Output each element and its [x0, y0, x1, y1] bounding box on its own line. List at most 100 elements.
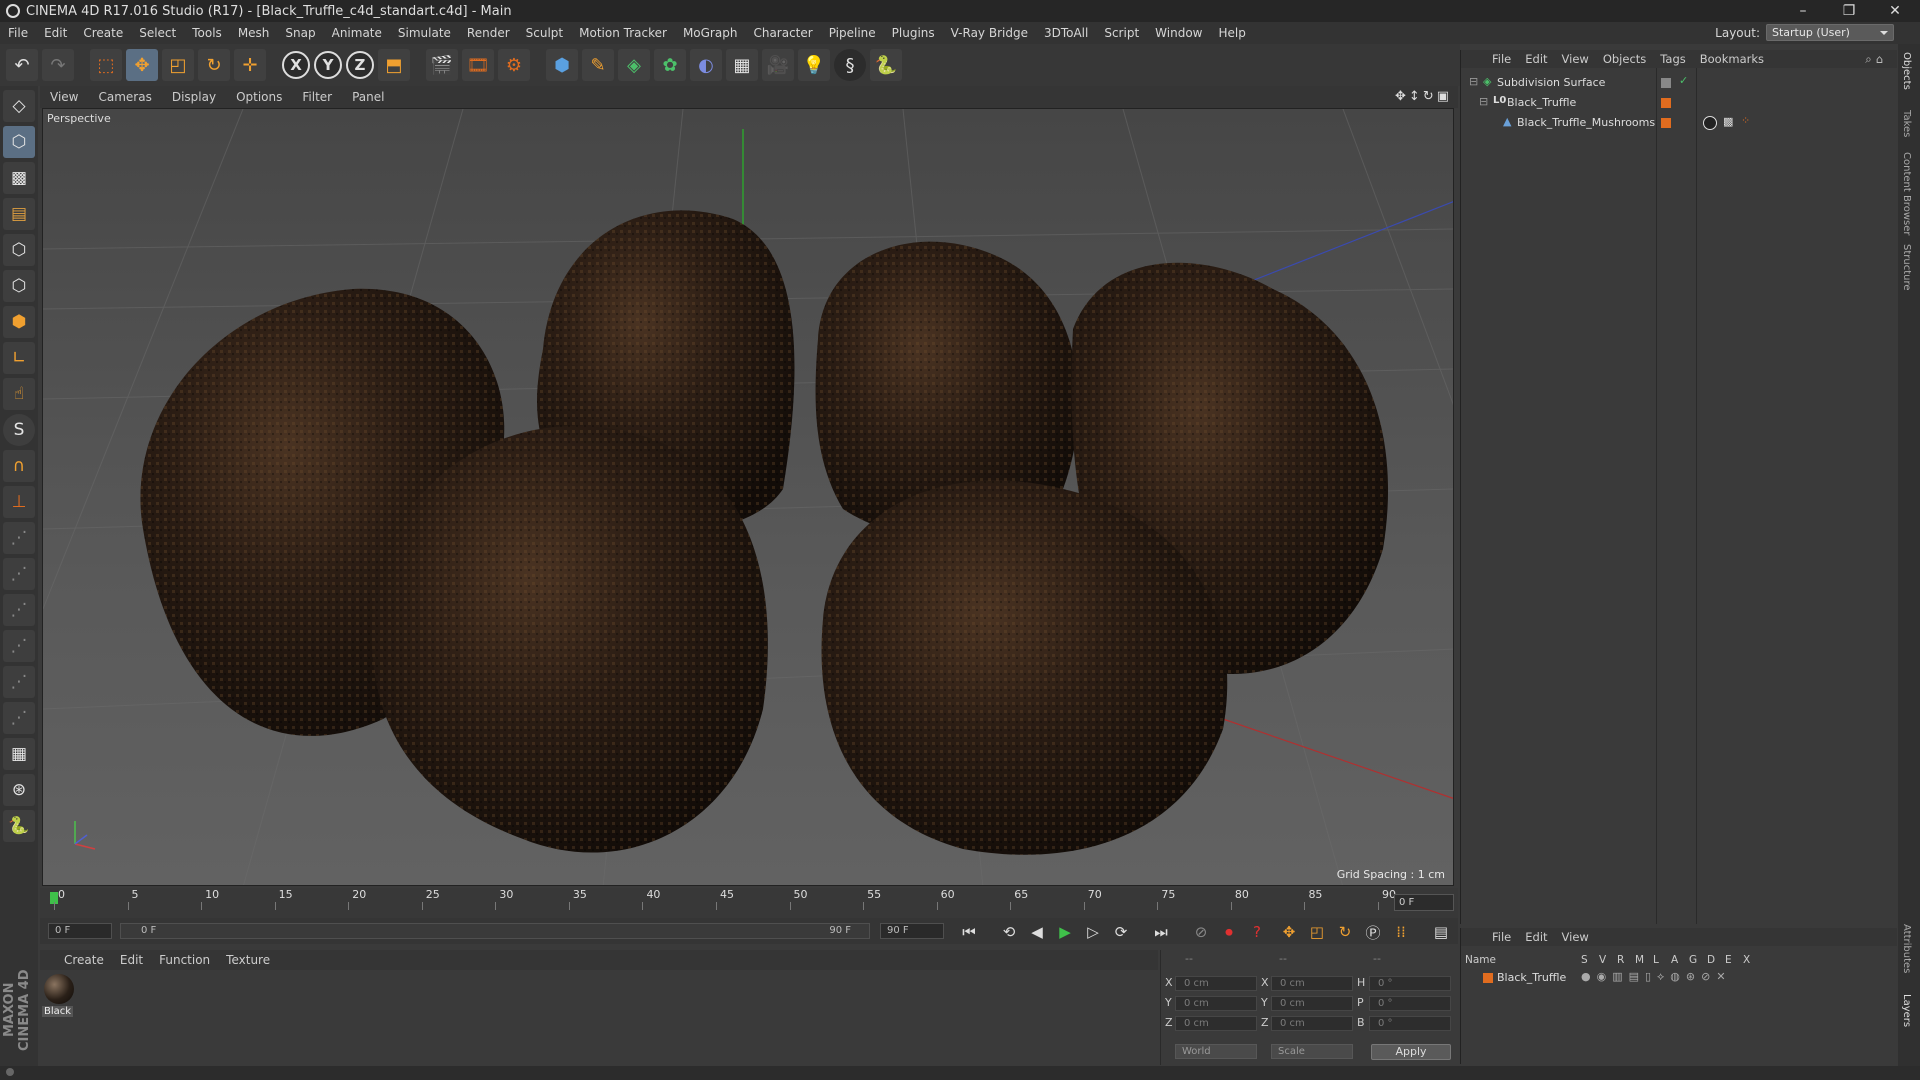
layers-menu-view[interactable]: View — [1555, 930, 1596, 944]
previous-keyframe-icon[interactable]: ⟲ — [998, 921, 1020, 943]
size-x-field[interactable]: 0 cm — [1271, 976, 1353, 991]
axis-mode-icon[interactable]: ∟ — [3, 342, 35, 374]
menu-window[interactable]: Window — [1147, 26, 1210, 40]
edges-mode-icon[interactable]: ⬡ — [3, 270, 35, 302]
rotation-h-field[interactable]: 0 ° — [1369, 976, 1451, 991]
auto-keying-icon[interactable]: ⏺ — [1218, 921, 1240, 943]
viewport-navigation-icons[interactable]: ✥↕↻▣ — [1395, 89, 1452, 104]
move-tool-icon[interactable]: ✥ — [126, 49, 158, 81]
position-x-field[interactable]: 0 cm — [1175, 976, 1257, 991]
polygons-mode-icon[interactable]: ⬢ — [3, 306, 35, 338]
play-icon[interactable]: ▶ — [1054, 921, 1076, 943]
enabled-check-icon[interactable]: ✓ — [1679, 74, 1688, 87]
cloner-icon[interactable]: ✿ — [654, 49, 686, 81]
menu-animate[interactable]: Animate — [324, 26, 390, 40]
objects-menu-edit[interactable]: Edit — [1518, 52, 1554, 66]
menu-mesh[interactable]: Mesh — [230, 26, 278, 40]
menu-vray-bridge[interactable]: V-Ray Bridge — [943, 26, 1036, 40]
next-frame-icon[interactable]: ▷ — [1082, 921, 1104, 943]
knife-tool-icon[interactable]: ⋰ — [3, 558, 35, 590]
material-menu-edit[interactable]: Edit — [112, 953, 151, 967]
tweak-mode-icon[interactable]: ☝ — [3, 378, 35, 410]
script-manager-icon[interactable]: § — [834, 49, 866, 81]
coordinate-system-icon[interactable]: ⬒ — [378, 49, 410, 81]
object-row[interactable]: ▲ Black_Truffle_Mushrooms ▩ ⁘ — [1461, 114, 1897, 132]
go-to-end-icon[interactable]: ⏭ — [1150, 921, 1172, 943]
extrude-tool-icon[interactable]: ⋰ — [3, 630, 35, 662]
bevel-tool-icon[interactable]: ⋰ — [3, 666, 35, 698]
texture-tag-icon[interactable]: ⁘ — [1741, 114, 1750, 127]
menu-select[interactable]: Select — [131, 26, 184, 40]
menu-snap[interactable]: Snap — [277, 26, 323, 40]
point-level-key-icon[interactable]: ⁞⁞ — [1390, 921, 1412, 943]
cube-primitive-icon[interactable]: ⬢ — [546, 49, 578, 81]
objects-menu-tags[interactable]: Tags — [1653, 52, 1692, 66]
tab-content-browser[interactable]: Content Browser — [1901, 152, 1912, 235]
apply-button[interactable]: Apply — [1371, 1044, 1451, 1060]
visibility-toggle-icon[interactable] — [1661, 78, 1671, 88]
layer-color-icon[interactable] — [1483, 973, 1493, 983]
workplane-icon[interactable]: ⊥ — [3, 486, 35, 518]
layers-menu-edit[interactable]: Edit — [1518, 930, 1554, 944]
magnet-icon[interactable]: ∩ — [3, 450, 35, 482]
previous-frame-icon[interactable]: ◀ — [1026, 921, 1048, 943]
spline-pen-icon[interactable]: ✎ — [582, 49, 614, 81]
menu-file[interactable]: File — [0, 26, 36, 40]
menu-3dtoall[interactable]: 3DToAll — [1036, 26, 1096, 40]
objects-menu-bookmarks[interactable]: Bookmarks — [1693, 52, 1771, 66]
menu-tools[interactable]: Tools — [184, 26, 230, 40]
material-menu-create[interactable]: Create — [56, 953, 112, 967]
start-frame-field[interactable]: 0 F — [48, 923, 112, 939]
brush-tool-icon[interactable]: ⋰ — [3, 522, 35, 554]
lock-workplane-icon[interactable]: ▦ — [3, 738, 35, 770]
deformer-icon[interactable]: ◐ — [690, 49, 722, 81]
timeline-window-icon[interactable]: ▤ — [1430, 921, 1452, 943]
material-menu-texture[interactable]: Texture — [218, 953, 278, 967]
menu-pipeline[interactable]: Pipeline — [821, 26, 884, 40]
menu-help[interactable]: Help — [1210, 26, 1253, 40]
x-axis-lock-icon[interactable]: X — [282, 51, 310, 79]
objects-menu-view[interactable]: View — [1555, 52, 1596, 66]
live-selection-icon[interactable]: ⬚ — [90, 49, 122, 81]
light-icon[interactable]: 💡 — [798, 49, 830, 81]
python-generator-icon[interactable]: 🐍 — [3, 810, 35, 842]
size-y-field[interactable]: 0 cm — [1271, 996, 1353, 1011]
parameter-key-icon[interactable]: Ⓟ — [1362, 921, 1384, 943]
record-keys-icon[interactable]: ⊘ — [1190, 921, 1212, 943]
close-button[interactable]: ✕ — [1872, 0, 1918, 22]
python-icon[interactable]: 🐍 — [870, 49, 902, 81]
layer-row[interactable]: Black_Truffle ●◉▥▤▯⟡◍⊛⊘✕ — [1461, 970, 1897, 986]
layer-flags-icons[interactable]: ●◉▥▤▯⟡◍⊛⊘✕ — [1581, 970, 1732, 984]
layer-color-icon[interactable] — [1661, 98, 1671, 108]
objects-menu-objects[interactable]: Objects — [1596, 52, 1653, 66]
layers-menu-file[interactable]: File — [1485, 930, 1518, 944]
objects-menu-file[interactable]: File — [1485, 52, 1518, 66]
floor-icon[interactable]: ▦ — [726, 49, 758, 81]
workplane-mode-icon[interactable]: ▤ — [3, 198, 35, 230]
restore-button[interactable]: ❐ — [1826, 0, 1872, 22]
solo-mode-icon[interactable]: S — [3, 414, 35, 446]
object-row[interactable]: ⊟ ◈ Subdivision Surface ✓ — [1461, 74, 1897, 92]
points-mode-icon[interactable]: ⬡ — [3, 234, 35, 266]
tab-objects[interactable]: Objects — [1901, 52, 1912, 90]
material-name[interactable]: Black — [42, 1006, 74, 1017]
recent-tool-icon[interactable]: ✛ — [234, 49, 266, 81]
viewport-menu-display[interactable]: Display — [162, 90, 226, 104]
subdivision-generator-icon[interactable]: ◈ — [618, 49, 650, 81]
layer-color-icon[interactable] — [1661, 118, 1671, 128]
menu-render[interactable]: Render — [459, 26, 518, 40]
rotation-key-icon[interactable]: ↻ — [1334, 921, 1356, 943]
viewport-menu-options[interactable]: Options — [226, 90, 292, 104]
model-mode-icon[interactable]: ⬡ — [3, 126, 35, 158]
menu-sculpt[interactable]: Sculpt — [518, 26, 571, 40]
make-editable-icon[interactable]: ◇ — [3, 90, 35, 122]
camera-icon[interactable]: 🎥 — [762, 49, 794, 81]
tab-structure[interactable]: Structure — [1901, 244, 1912, 291]
menu-plugins[interactable]: Plugins — [884, 26, 943, 40]
rotation-p-field[interactable]: 0 ° — [1369, 996, 1451, 1011]
render-settings-icon[interactable]: ⚙ — [498, 49, 530, 81]
menu-simulate[interactable]: Simulate — [390, 26, 459, 40]
y-axis-lock-icon[interactable]: Y — [314, 51, 342, 79]
scale-key-icon[interactable]: ◰ — [1306, 921, 1328, 943]
menu-character[interactable]: Character — [745, 26, 820, 40]
